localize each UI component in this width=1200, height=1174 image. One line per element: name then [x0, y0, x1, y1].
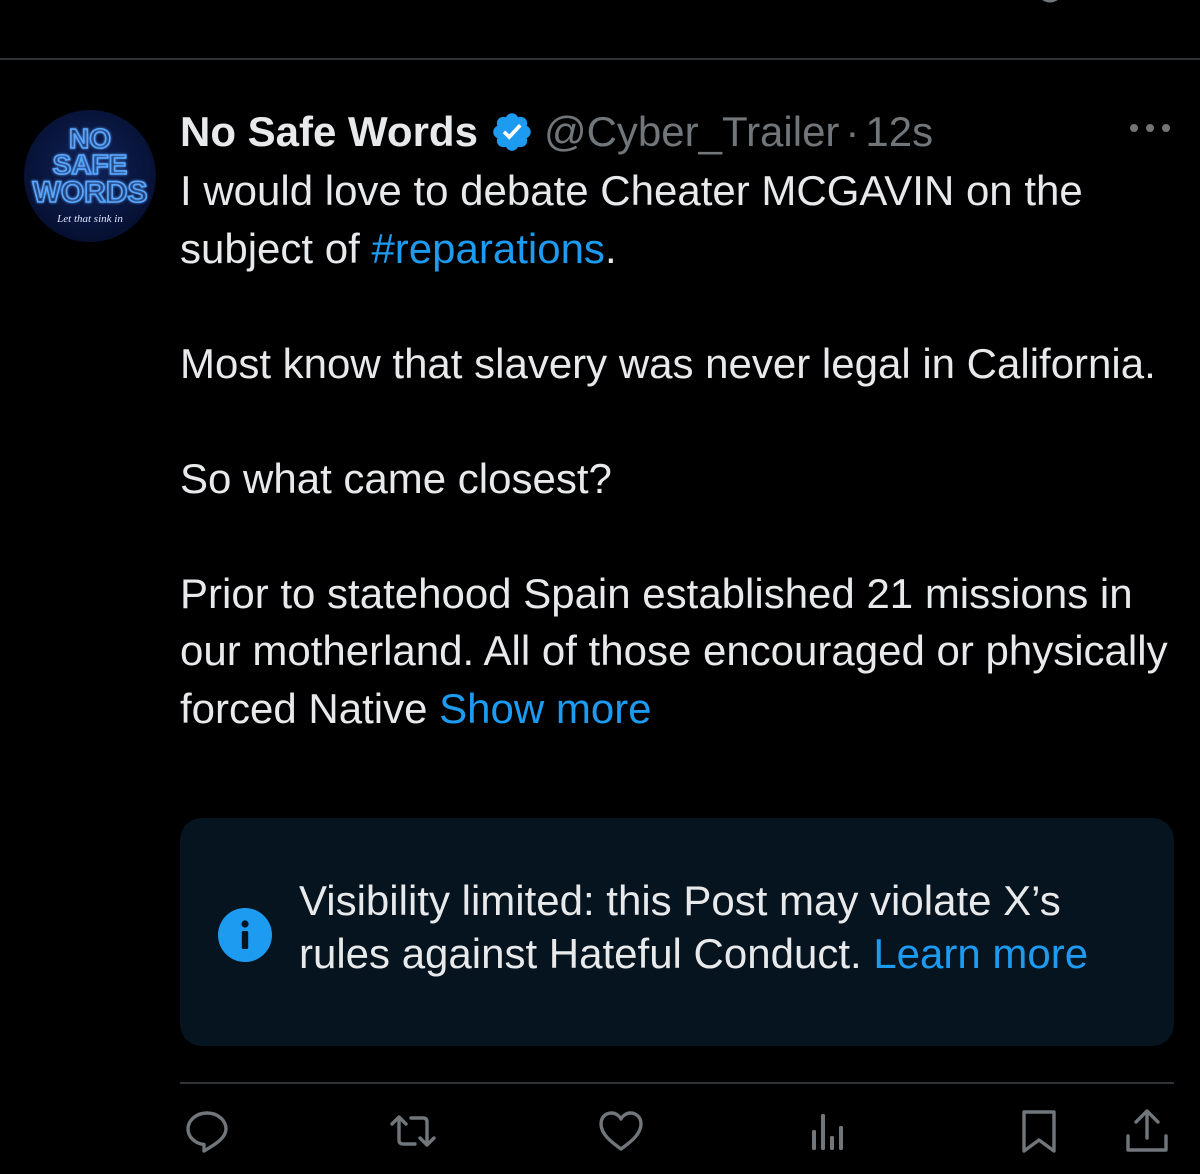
post-timestamp[interactable]: 12s	[865, 104, 933, 160]
views-button[interactable]	[804, 1106, 854, 1156]
svg-text:WORDS: WORDS	[33, 176, 148, 209]
like-button[interactable]	[596, 1106, 646, 1156]
bookmark-button[interactable]	[1014, 1106, 1064, 1156]
more-options-icon[interactable]	[1128, 118, 1172, 138]
reply-button[interactable]	[182, 1106, 232, 1156]
notice-text: Visibility limited: this Post may violat…	[299, 877, 1089, 977]
top-partial-icon	[1042, 0, 1058, 3]
share-icon	[1126, 1109, 1168, 1152]
header-separator: ·	[845, 108, 860, 155]
author-handle[interactable]: @Cyber_Trailer	[544, 104, 839, 160]
repost-icon	[390, 1115, 436, 1147]
bookmark-icon	[1022, 1110, 1056, 1153]
views-icon	[812, 1114, 843, 1150]
top-divider	[0, 58, 1200, 60]
post-paragraph-2: Most know that slavery was never legal i…	[180, 339, 1156, 387]
post-header: No Safe Words @Cyber_Trailer · 12s	[180, 104, 933, 160]
post-paragraph-3: So what came closest?	[180, 454, 612, 502]
reply-icon	[186, 1111, 228, 1153]
repost-button[interactable]	[388, 1106, 438, 1156]
action-divider	[180, 1082, 1174, 1084]
post-paragraph-4: Prior to statehood Spain established 21 …	[180, 569, 1168, 732]
share-button[interactable]	[1122, 1106, 1172, 1156]
author-display-name[interactable]: No Safe Words	[180, 104, 478, 160]
visibility-notice: Visibility limited: this Post may violat…	[180, 818, 1174, 1046]
learn-more-link[interactable]: Learn more	[873, 930, 1088, 977]
hashtag-link[interactable]: #reparations	[371, 225, 604, 272]
info-icon	[218, 908, 272, 962]
verified-badge-icon[interactable]	[490, 110, 534, 154]
show-more-link[interactable]: Show more	[439, 685, 651, 732]
post-text: I would love to debate Cheater MCGAVIN o…	[180, 162, 1170, 737]
like-icon	[599, 1111, 643, 1151]
svg-text:Let that sink in: Let that sink in	[56, 213, 123, 225]
avatar-logo-image: NO SAFE WORDS Let that sink in	[32, 122, 149, 225]
post-paragraph-1: I would love to debate Cheater MCGAVIN o…	[180, 167, 1083, 272]
avatar[interactable]: NO SAFE WORDS Let that sink in	[24, 110, 156, 242]
